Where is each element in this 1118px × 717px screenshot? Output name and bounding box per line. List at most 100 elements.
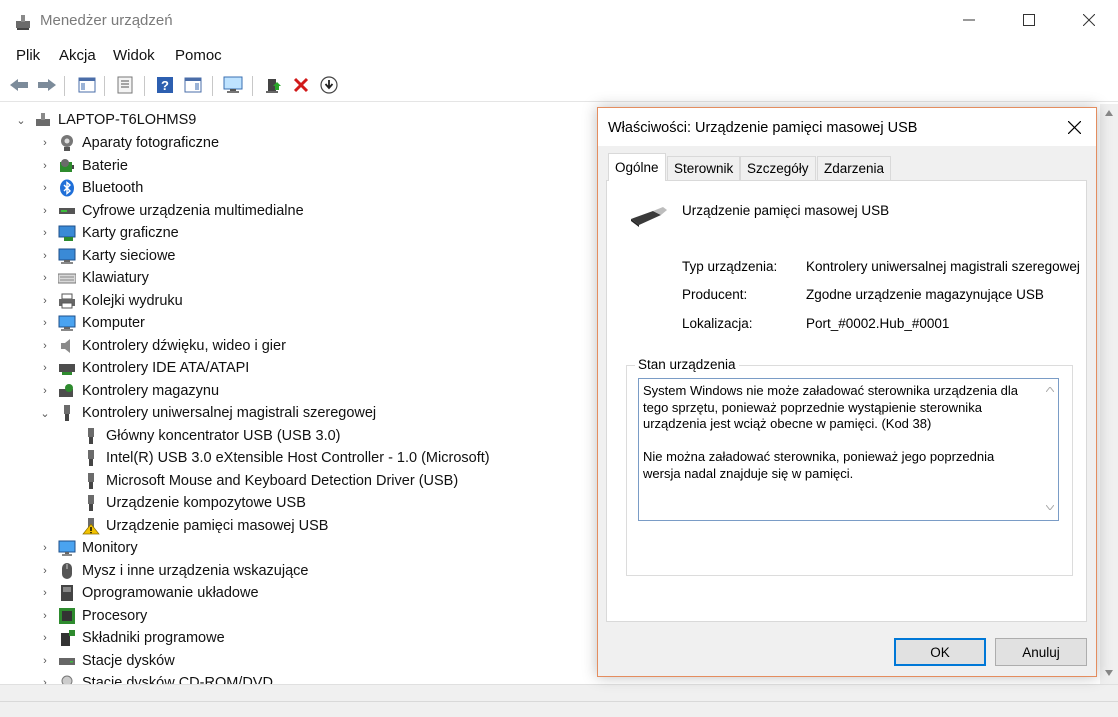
chevron-right-icon[interactable]: › bbox=[38, 632, 52, 644]
vertical-scrollbar[interactable] bbox=[1100, 104, 1118, 684]
show-hide-console-tree-button[interactable] bbox=[76, 74, 98, 96]
maximize-button[interactable] bbox=[1006, 0, 1052, 40]
chevron-right-icon[interactable]: › bbox=[38, 385, 52, 397]
category-label: Kolejki wydruku bbox=[82, 293, 183, 309]
monitor-scan-icon bbox=[223, 76, 243, 93]
menu-help[interactable]: Pomoc bbox=[175, 47, 222, 64]
status-scrollbar[interactable] bbox=[1041, 379, 1058, 520]
chevron-right-icon[interactable]: › bbox=[38, 182, 52, 194]
tree-category[interactable]: › Kolejki wydruku bbox=[38, 290, 183, 312]
category-label: Mysz i inne urządzenia wskazujące bbox=[82, 563, 309, 579]
help-button[interactable]: ? bbox=[154, 74, 176, 96]
chevron-right-icon[interactable]: › bbox=[38, 565, 52, 577]
enable-device-button[interactable] bbox=[318, 74, 340, 96]
category-label: Kontrolery uniwersalnej magistrali szere… bbox=[82, 405, 377, 421]
chevron-right-icon[interactable]: › bbox=[38, 137, 52, 149]
tree-category[interactable]: › Cyfrowe urządzenia multimedialne bbox=[38, 200, 303, 222]
chevron-right-icon[interactable]: › bbox=[38, 317, 52, 329]
dialog-close-button[interactable] bbox=[1056, 114, 1092, 140]
properties-button[interactable] bbox=[114, 74, 136, 96]
tab-events[interactable]: Zdarzenia bbox=[817, 156, 892, 180]
device-label: Microsoft Mouse and Keyboard Detection D… bbox=[106, 473, 459, 489]
device-status-textbox[interactable]: System Windows nie może załadować sterow… bbox=[638, 378, 1059, 521]
action-pane-button[interactable] bbox=[182, 74, 204, 96]
tree-category[interactable]: › Bluetooth bbox=[38, 177, 143, 199]
back-button[interactable] bbox=[8, 74, 30, 96]
tree-root[interactable]: ⌄ LAPTOP-T6LOHMS9 bbox=[14, 109, 196, 131]
minimize-button[interactable] bbox=[946, 0, 992, 40]
chevron-right-icon[interactable]: › bbox=[38, 542, 52, 554]
tree-category[interactable]: › Kontrolery magazynu bbox=[38, 380, 219, 402]
tree-category[interactable]: › Kontrolery IDE ATA/ATAPI bbox=[38, 357, 249, 379]
tab-general[interactable]: Ogólne bbox=[608, 153, 666, 181]
scan-hardware-button[interactable] bbox=[222, 74, 244, 96]
tree-category[interactable]: › Składniki programowe bbox=[38, 627, 225, 649]
tree-category-expanded[interactable]: ⌄ Kontrolery uniwersalnej magistrali sze… bbox=[38, 402, 376, 424]
category-label: Kontrolery magazynu bbox=[82, 383, 220, 399]
tree-category[interactable]: › Procesory bbox=[38, 605, 147, 627]
location-label: Lokalizacja: bbox=[682, 316, 753, 331]
tree-category[interactable]: › Baterie bbox=[38, 155, 128, 177]
horizontal-scrollbar[interactable] bbox=[0, 684, 1118, 701]
chevron-right-icon[interactable]: › bbox=[38, 362, 52, 374]
chevron-right-icon[interactable]: › bbox=[38, 250, 52, 262]
tree-device[interactable]: Intel(R) USB 3.0 eXtensible Host Control… bbox=[82, 447, 490, 469]
status-bar bbox=[0, 701, 1118, 717]
chevron-right-icon[interactable]: › bbox=[38, 227, 52, 239]
chevron-right-icon[interactable]: › bbox=[38, 160, 52, 172]
tree-category[interactable]: › Stacje dysków bbox=[38, 650, 175, 672]
close-button[interactable] bbox=[1066, 0, 1112, 40]
category-label: Składniki programowe bbox=[82, 630, 225, 646]
dialog-title-bar: Właściwości: Urządzenie pamięci masowej … bbox=[598, 108, 1096, 146]
tab-details[interactable]: Szczegóły bbox=[740, 156, 816, 180]
update-driver-button[interactable] bbox=[262, 74, 284, 96]
tree-category[interactable]: › Oprogramowanie układowe bbox=[38, 582, 259, 604]
chevron-down-icon[interactable]: ⌄ bbox=[38, 407, 52, 420]
tree-category[interactable]: › Komputer bbox=[38, 312, 145, 334]
chevron-right-icon[interactable]: › bbox=[38, 295, 52, 307]
scroll-down-arrow-icon[interactable] bbox=[1105, 670, 1113, 676]
tree-device-warning[interactable]: Urządzenie pamięci masowej USB bbox=[82, 515, 328, 537]
uninstall-device-button[interactable] bbox=[290, 74, 312, 96]
tab-driver[interactable]: Sterownik bbox=[667, 156, 741, 180]
chevron-right-icon[interactable]: › bbox=[38, 340, 52, 352]
maximize-icon bbox=[1023, 14, 1035, 26]
forward-arrow-icon bbox=[38, 79, 56, 91]
cancel-button[interactable]: Anuluj bbox=[995, 638, 1087, 666]
firmware-icon bbox=[58, 584, 76, 602]
device-label: Urządzenie pamięci masowej USB bbox=[106, 518, 329, 534]
tree-device[interactable]: Główny koncentrator USB (USB 3.0) bbox=[82, 425, 341, 447]
ok-button[interactable]: OK bbox=[894, 638, 986, 666]
toolbar-separator bbox=[212, 76, 213, 96]
tree-device[interactable]: Urządzenie kompozytowe USB bbox=[82, 492, 306, 514]
menu-action[interactable]: Akcja bbox=[59, 47, 96, 64]
category-label: Stacje dysków CD-ROM/DVD bbox=[82, 675, 273, 684]
scroll-up-arrow-icon[interactable] bbox=[1046, 387, 1054, 392]
device-status-text: System Windows nie może załadować sterow… bbox=[643, 383, 1019, 481]
scroll-down-arrow-icon[interactable] bbox=[1046, 505, 1054, 510]
menu-view[interactable]: Widok bbox=[113, 47, 155, 64]
tree-category[interactable]: › Stacje dysków CD-ROM/DVD bbox=[38, 672, 273, 684]
chevron-right-icon[interactable]: › bbox=[38, 655, 52, 667]
chevron-right-icon[interactable]: › bbox=[38, 272, 52, 284]
tree-device[interactable]: Microsoft Mouse and Keyboard Detection D… bbox=[82, 470, 458, 492]
chevron-down-icon[interactable]: ⌄ bbox=[14, 114, 28, 127]
tree-category[interactable]: › Mysz i inne urządzenia wskazujące bbox=[38, 560, 308, 582]
forward-button[interactable] bbox=[36, 74, 58, 96]
chevron-right-icon[interactable]: › bbox=[38, 587, 52, 599]
close-icon bbox=[1083, 14, 1095, 26]
action-pane-icon bbox=[184, 77, 202, 93]
chevron-right-icon[interactable]: › bbox=[38, 205, 52, 217]
tree-category[interactable]: › Karty graficzne bbox=[38, 222, 179, 244]
chevron-right-icon[interactable]: › bbox=[38, 610, 52, 622]
chevron-right-icon[interactable]: › bbox=[38, 677, 52, 684]
scroll-up-arrow-icon[interactable] bbox=[1105, 110, 1113, 116]
manufacturer-label: Producent: bbox=[682, 287, 748, 302]
menu-file[interactable]: Plik bbox=[16, 47, 40, 64]
tree-category[interactable]: › Aparaty fotograficzne bbox=[38, 132, 219, 154]
tree-category[interactable]: › Karty sieciowe bbox=[38, 245, 175, 267]
tree-category[interactable]: › Monitory bbox=[38, 537, 138, 559]
computer-icon bbox=[58, 314, 76, 332]
tree-category[interactable]: › Kontrolery dźwięku, wideo i gier bbox=[38, 335, 286, 357]
tree-category[interactable]: › Klawiatury bbox=[38, 267, 149, 289]
